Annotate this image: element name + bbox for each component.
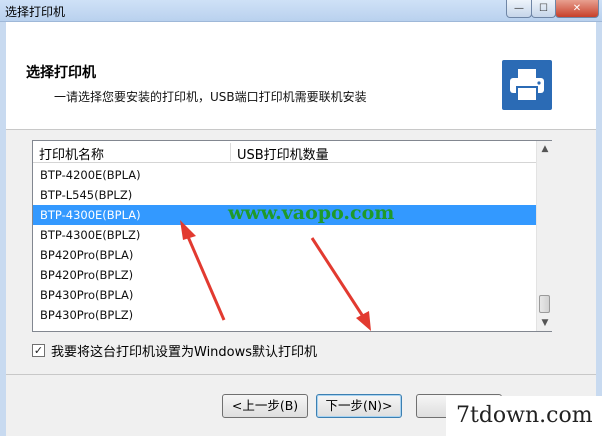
printer-list[interactable]: 打印机名称 USB打印机数量 BTP-4200E(BPLA) BTP-L545(… — [32, 140, 552, 332]
printer-rows: BTP-4200E(BPLA) BTP-L545(BPLZ) BTP-4300E… — [33, 165, 536, 325]
page-title: 选择打印机 — [26, 65, 96, 81]
default-printer-label[interactable]: 我要将这台打印机设置为Windows默认打印机 — [51, 341, 317, 360]
column-usb-count[interactable]: USB打印机数量 — [237, 144, 329, 163]
next-button[interactable]: 下一步(N)> — [316, 394, 402, 418]
maximize-icon: ☐ — [539, 3, 548, 14]
site-watermark: www.vaopo.com — [228, 202, 395, 224]
list-column-header: 打印机名称 USB打印机数量 — [33, 141, 536, 163]
scroll-up-icon[interactable]: ▲ — [537, 141, 553, 157]
list-item[interactable]: BP430Pro(BPLA) — [33, 285, 536, 305]
brand-watermark: 7tdown.com — [446, 396, 602, 436]
list-item[interactable]: BP430Pro(BPLZ) — [33, 305, 536, 325]
default-printer-option[interactable]: ✓ 我要将这台打印机设置为Windows默认打印机 — [32, 341, 317, 360]
back-button[interactable]: <上一步(B) — [222, 394, 308, 418]
list-item[interactable]: BP420Pro(BPLA) — [33, 245, 536, 265]
title-bar: 选择打印机 — ☐ ✕ — [0, 0, 602, 22]
list-item[interactable]: BTP-4300E(BPLZ) — [33, 225, 536, 245]
list-item[interactable]: BTP-4200E(BPLA) — [33, 165, 536, 185]
default-printer-checkbox[interactable]: ✓ — [32, 343, 45, 357]
close-button[interactable]: ✕ — [555, 0, 599, 18]
maximize-button[interactable]: ☐ — [531, 0, 556, 18]
close-icon: ✕ — [572, 3, 582, 14]
printer-icon — [502, 60, 552, 110]
footer-divider — [6, 374, 596, 375]
column-separator — [230, 143, 231, 161]
wizard-header: 选择打印机 一请选择您要安装的打印机，USB端口打印机需要联机安装 — [6, 22, 596, 130]
scroll-down-icon[interactable]: ▼ — [537, 315, 553, 331]
window-frame-right — [596, 22, 602, 436]
scroll-thumb[interactable] — [539, 295, 550, 313]
page-subtitle: 一请选择您要安装的打印机，USB端口打印机需要联机安装 — [54, 90, 367, 104]
minimize-button[interactable]: — — [506, 0, 532, 18]
list-item[interactable]: BP420Pro(BPLZ) — [33, 265, 536, 285]
minimize-icon: — — [514, 3, 524, 14]
list-scrollbar[interactable]: ▲ ▼ — [536, 141, 552, 331]
column-printer-name[interactable]: 打印机名称 — [39, 144, 104, 163]
window-title: 选择打印机 — [5, 5, 66, 19]
